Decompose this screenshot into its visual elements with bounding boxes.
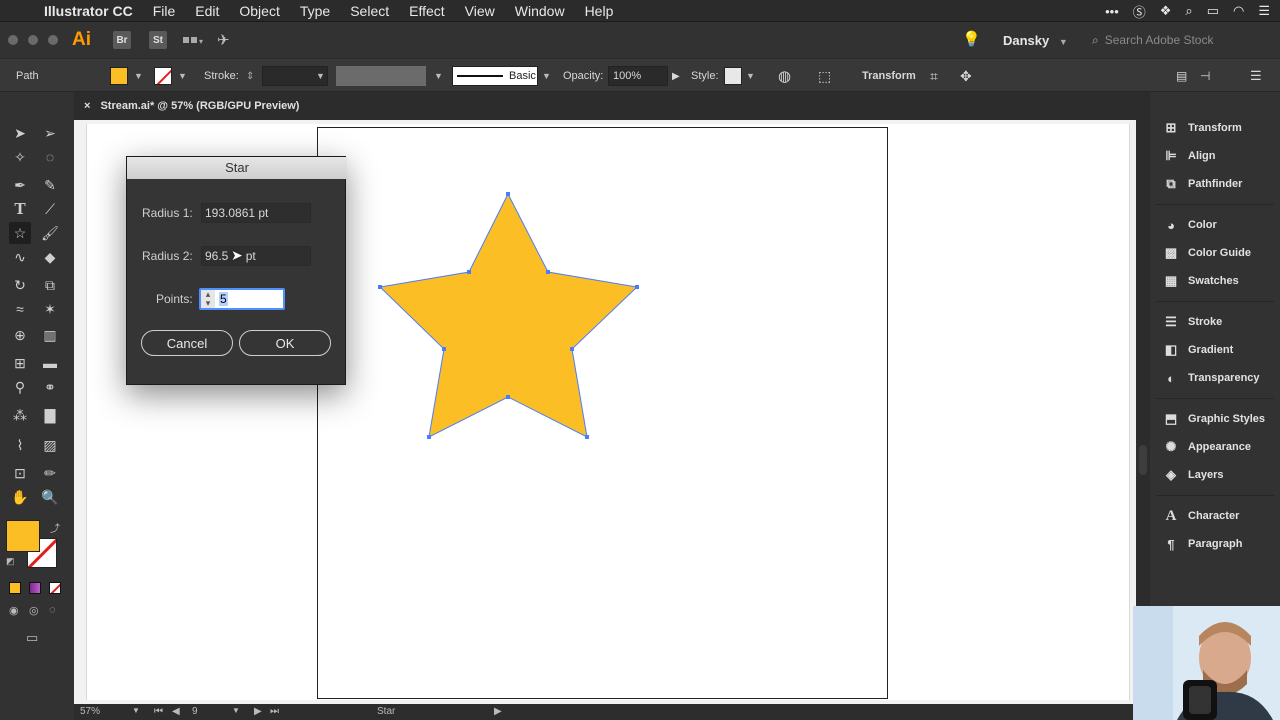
webcam-overlay	[1133, 606, 1280, 720]
radius2-unit: pt	[245, 249, 256, 263]
panel-color[interactable]: ◕ Color	[1162, 215, 1217, 235]
panel-swatches[interactable]: ▦ Swatches	[1162, 271, 1239, 291]
status-bar: 57% ▼ ⏮ ◀ 9 ▼ ▶ ⏭ Star ▶	[74, 704, 1136, 720]
stroke-icon: ☰	[1165, 314, 1177, 329]
radius1-input[interactable]: 193.0861 pt	[201, 203, 311, 223]
first-artboard-icon[interactable]: ⏮	[154, 706, 163, 717]
panel-graphic-styles[interactable]: ⬒ Graphic Styles	[1162, 409, 1265, 429]
panel-divider	[1156, 301, 1274, 302]
previous-artboard-icon[interactable]: ◀	[172, 706, 180, 717]
panel-character[interactable]: A Character	[1162, 506, 1240, 526]
points-input[interactable]: 5	[219, 292, 228, 306]
stepper-arrows-icon[interactable]: ▴ ▾	[201, 290, 215, 308]
graphic-styles-icon: ⬒	[1164, 411, 1178, 426]
current-tool-name: Star	[377, 706, 396, 717]
points-stepper[interactable]: ▴ ▾ 5	[199, 288, 285, 310]
radius2-label: Radius 2:	[142, 249, 193, 263]
zoom-level[interactable]: 57%	[80, 706, 100, 717]
panel-gradient[interactable]: ◧ Gradient	[1162, 340, 1233, 360]
panel-divider	[1156, 495, 1274, 496]
chevron-down-icon[interactable]: ▼	[132, 706, 140, 715]
ok-button[interactable]: OK	[239, 330, 331, 356]
last-artboard-icon[interactable]: ⏭	[270, 706, 279, 717]
color-icon: ◕	[1167, 217, 1175, 233]
panel-color-guide[interactable]: ▩ Color Guide	[1162, 243, 1251, 263]
swatches-icon: ▦	[1164, 273, 1178, 288]
star-shape	[378, 192, 639, 438]
align-icon: ⊫	[1165, 148, 1177, 163]
chevron-down-icon[interactable]: ▼	[232, 706, 240, 715]
radius2-value: 96.5	[205, 249, 229, 263]
panel-pathfinder[interactable]: ⧉ Pathfinder	[1162, 174, 1242, 194]
radius1-label: Radius 1:	[142, 206, 193, 220]
cancel-button[interactable]: Cancel	[141, 330, 233, 356]
scrollbar-thumb[interactable]	[1139, 445, 1147, 475]
panel-layers[interactable]: ◈ Layers	[1162, 465, 1223, 485]
character-icon: A	[1165, 507, 1177, 524]
panel-divider	[1156, 398, 1274, 399]
radius2-input[interactable]: 96.5 pt	[201, 246, 311, 266]
panel-align[interactable]: ⊫ Align	[1162, 146, 1215, 166]
transparency-icon: ◐	[1167, 370, 1175, 386]
pathfinder-icon: ⧉	[1166, 176, 1176, 191]
panel-transform[interactable]: ⊞ Transform	[1162, 118, 1242, 138]
panel-paragraph[interactable]: ¶ Paragraph	[1162, 534, 1242, 554]
color-guide-icon: ▩	[1164, 245, 1178, 260]
panel-transparency[interactable]: ◐ Transparency	[1162, 368, 1259, 388]
star-dialog: Star Radius 1: 193.0861 pt Radius 2: 96.…	[126, 156, 347, 385]
transform-icon: ⊞	[1165, 120, 1177, 135]
mouse-cursor-icon: ➤	[231, 247, 243, 263]
artboard-number[interactable]: 9	[192, 706, 198, 717]
appearance-icon: ✺	[1165, 439, 1177, 454]
panel-divider	[1156, 204, 1274, 205]
gradient-icon: ◧	[1164, 342, 1178, 357]
presenter-video	[1133, 606, 1280, 720]
dialog-title: Star	[127, 157, 347, 179]
points-label: Points:	[156, 292, 193, 306]
status-menu-icon[interactable]: ▶	[494, 706, 502, 717]
panel-appearance[interactable]: ✺ Appearance	[1162, 437, 1251, 457]
next-artboard-icon[interactable]: ▶	[254, 706, 262, 717]
panel-stroke[interactable]: ☰ Stroke	[1162, 312, 1222, 332]
paragraph-icon: ¶	[1167, 536, 1175, 552]
layers-icon: ◈	[1166, 467, 1176, 482]
